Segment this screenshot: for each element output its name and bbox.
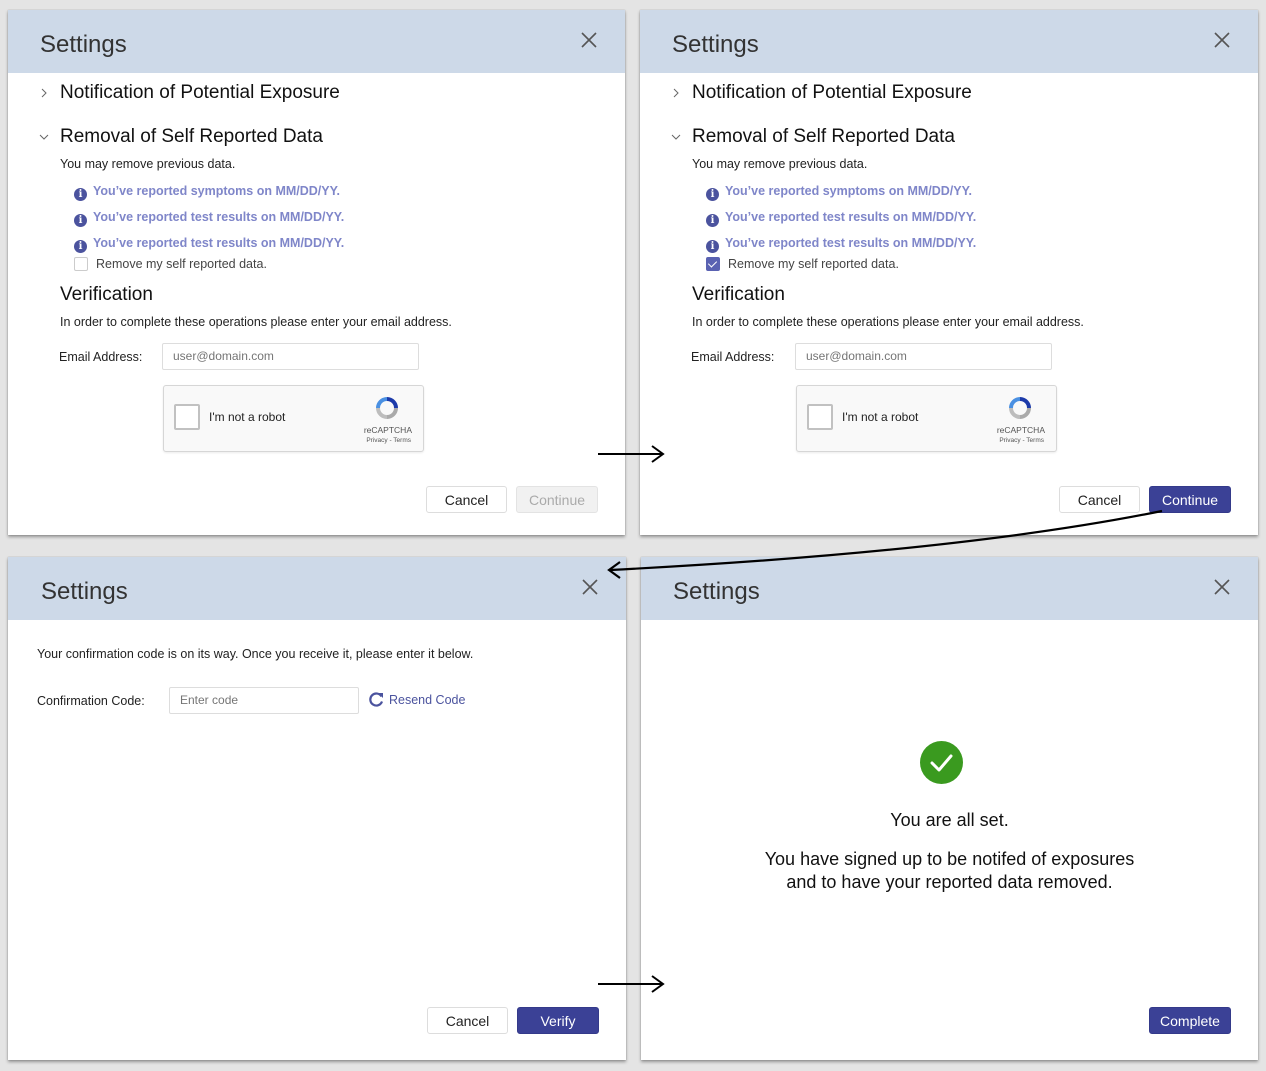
confirmation-code-label: Confirmation Code:	[37, 694, 145, 708]
success-detail-line-1: You have signed up to be notifed of expo…	[764, 849, 1135, 869]
recaptcha-brand: reCAPTCHA	[996, 425, 1045, 435]
recaptcha-widget: I'm not a robot reCAPTCHA Privacy - Term…	[796, 385, 1057, 452]
recaptcha-privacy-terms-link[interactable]: Privacy - Terms	[366, 437, 411, 444]
dialog-title: Settings	[673, 578, 760, 605]
close-icon[interactable]	[1210, 28, 1234, 52]
remove-data-checkbox[interactable]: Remove my self reported data.	[706, 257, 899, 271]
email-input[interactable]	[162, 343, 419, 370]
continue-button-disabled[interactable]: Continue	[516, 486, 598, 513]
report-item: i You’ve reported test results on MM/DD/Y…	[74, 210, 344, 227]
dialog-title: Settings	[672, 31, 759, 58]
cancel-button[interactable]: Cancel	[1059, 486, 1140, 513]
section-label: Removal of Self Reported Data	[692, 126, 955, 147]
verification-text: In order to complete these operations pl…	[692, 315, 1084, 329]
recaptcha-widget: I'm not a robot reCAPTCHA Privacy - Term…	[163, 385, 424, 452]
success-detail-line-2: and to have your reported data removed.	[786, 872, 1113, 892]
recaptcha-logo-icon	[1009, 397, 1031, 419]
settings-dialog-step-1: Settings Notification of Potential Expos…	[8, 10, 625, 535]
dialog-title: Settings	[40, 31, 127, 58]
close-icon[interactable]	[577, 28, 601, 52]
verification-heading: Verification	[60, 284, 153, 305]
dialog-header: Settings	[641, 557, 1258, 620]
verify-button[interactable]: Verify	[517, 1007, 599, 1034]
report-item: i You’ve reported symptoms on MM/DD/YY.	[706, 184, 972, 201]
chevron-down-icon	[39, 134, 49, 140]
remove-data-checkbox[interactable]: Remove my self reported data.	[74, 257, 267, 271]
chevron-down-icon	[671, 134, 681, 140]
recaptcha-brand: reCAPTCHA	[363, 425, 412, 435]
info-icon: i	[706, 214, 719, 227]
recaptcha-label: I'm not a robot	[209, 410, 286, 424]
recaptcha-checkbox[interactable]	[807, 404, 833, 430]
confirmation-code-input[interactable]	[169, 687, 359, 714]
info-icon: i	[74, 240, 87, 253]
report-item: i You’ve reported test results on MM/DD/Y…	[74, 236, 344, 253]
dialog-header: Settings	[8, 10, 625, 73]
cancel-button[interactable]: Cancel	[427, 1007, 508, 1034]
chevron-right-icon	[673, 88, 679, 98]
dialog-header: Settings	[8, 557, 626, 620]
settings-dialog-step-4: Settings You are all set. You have signe…	[641, 557, 1258, 1060]
email-input[interactable]	[795, 343, 1052, 370]
check-circle-icon	[920, 741, 963, 784]
confirmation-message: Your confirmation code is on its way. On…	[37, 647, 474, 661]
continue-button[interactable]: Continue	[1149, 486, 1231, 513]
report-item: i You’ve reported test results on MM/DD/Y…	[706, 236, 976, 253]
resend-code-link[interactable]: Resend Code	[368, 691, 465, 708]
info-icon: i	[74, 214, 87, 227]
report-item: i You’ve reported test results on MM/DD/Y…	[706, 210, 976, 227]
section-label: Removal of Self Reported Data	[60, 126, 323, 147]
removal-intro-text: You may remove previous data.	[692, 157, 868, 171]
close-icon[interactable]	[578, 575, 602, 599]
chevron-right-icon	[41, 88, 47, 98]
email-label: Email Address:	[691, 350, 775, 364]
cancel-button[interactable]: Cancel	[426, 486, 507, 513]
checkbox-unchecked[interactable]	[74, 257, 88, 271]
recaptcha-checkbox[interactable]	[174, 404, 200, 430]
close-icon[interactable]	[1210, 575, 1234, 599]
removal-intro-text: You may remove previous data.	[60, 157, 236, 171]
report-item: i You’ve reported symptoms on MM/DD/YY.	[74, 184, 340, 201]
recaptcha-label: I'm not a robot	[842, 410, 919, 424]
settings-dialog-step-3: Settings Your confirmation code is on it…	[8, 557, 626, 1060]
email-label: Email Address:	[59, 350, 143, 364]
verification-text: In order to complete these operations pl…	[60, 315, 452, 329]
success-headline: You are all set.	[890, 810, 1009, 830]
section-label: Notification of Potential Exposure	[692, 82, 972, 103]
recaptcha-privacy-terms-link[interactable]: Privacy - Terms	[999, 437, 1044, 444]
verification-heading: Verification	[692, 284, 785, 305]
info-icon: i	[706, 188, 719, 201]
checkbox-checked[interactable]	[706, 257, 720, 271]
complete-button[interactable]: Complete	[1149, 1007, 1231, 1034]
settings-dialog-step-2: Settings Notification of Potential Expos…	[640, 10, 1258, 535]
info-icon: i	[706, 240, 719, 253]
recaptcha-logo-icon	[376, 397, 398, 419]
section-label: Notification of Potential Exposure	[60, 82, 340, 103]
dialog-title: Settings	[41, 578, 128, 605]
dialog-header: Settings	[640, 10, 1258, 73]
info-icon: i	[74, 188, 87, 201]
refresh-icon	[369, 692, 384, 707]
